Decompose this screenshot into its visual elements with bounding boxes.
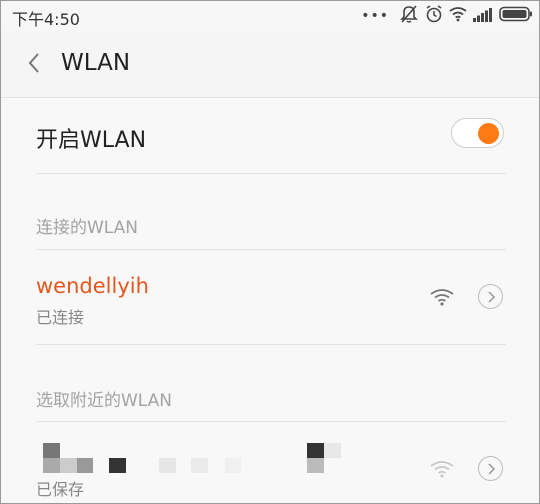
network-details-button[interactable] [478, 456, 503, 481]
alarm-icon [425, 4, 443, 28]
status-time: 下午4:50 [12, 10, 80, 29]
status-icons: ••• [361, 5, 533, 27]
divider [36, 173, 506, 174]
network-status: 已保存 [36, 480, 85, 499]
network-details-button[interactable] [478, 284, 503, 309]
back-arrow-icon[interactable] [23, 51, 47, 75]
wlan-toggle-row[interactable]: 开启WLAN [1, 98, 539, 173]
wifi-icon [449, 6, 467, 26]
status-bar: 下午4:50 ••• [1, 1, 539, 31]
wlan-switch[interactable] [451, 118, 504, 148]
wlan-settings-screen: 下午4:50 ••• WLAN 开启WLAN 连接的WLAN wendellyi… [0, 0, 540, 504]
network-ssid: wendellyih [36, 274, 149, 298]
wifi-strength-icon [429, 287, 455, 307]
divider [36, 344, 506, 345]
wlan-toggle-label: 开启WLAN [36, 128, 147, 153]
available-section-title: 选取附近的WLAN [36, 391, 173, 411]
settings-content: 开启WLAN 连接的WLAN wendellyih 已连接 选取附近的WLAN [1, 98, 539, 503]
connected-section-title: 连接的WLAN [36, 218, 139, 238]
network-row-connected[interactable]: wendellyih 已连接 [1, 250, 539, 344]
mute-icon [399, 4, 419, 28]
more-dots-icon: ••• [361, 8, 389, 24]
network-row-saved[interactable]: 已保存 [1, 422, 539, 503]
wlan-switch-knob [478, 123, 499, 144]
signal-icon [473, 7, 493, 26]
wifi-strength-icon [429, 459, 455, 479]
network-status: 已连接 [36, 308, 85, 327]
page-title: WLAN [61, 50, 131, 76]
battery-icon [499, 6, 533, 26]
title-bar: WLAN [1, 31, 539, 98]
